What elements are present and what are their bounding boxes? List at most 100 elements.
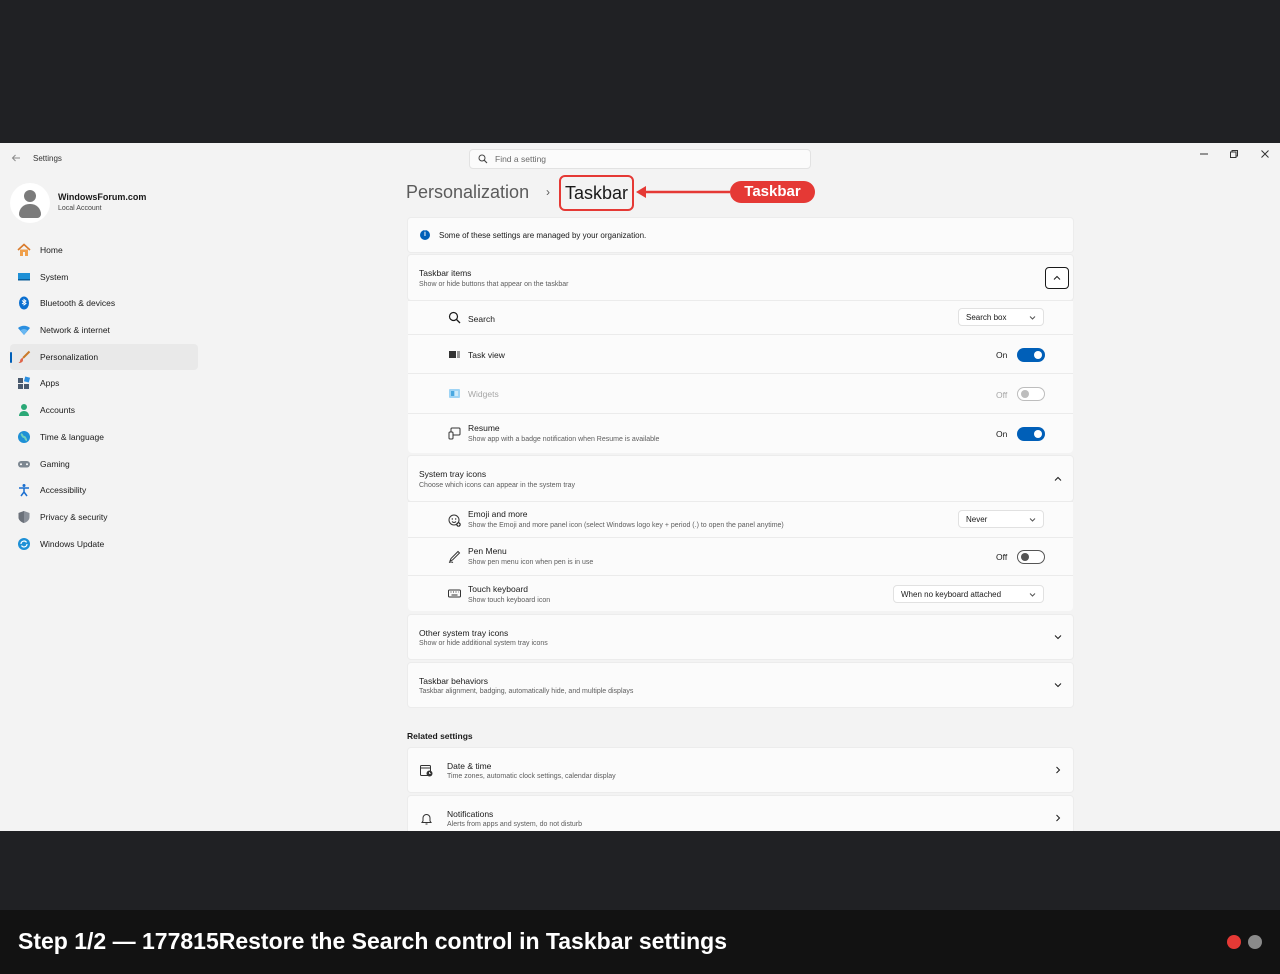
annotation-callout: Taskbar (730, 181, 815, 203)
search-icon (478, 154, 488, 164)
sidebar-item-windows-update[interactable]: Windows Update (10, 531, 198, 558)
section-title: Taskbar behaviors (419, 676, 488, 686)
collapse-button[interactable] (1045, 267, 1069, 289)
sidebar-item-network[interactable]: Network & internet (10, 317, 198, 344)
minimize-button[interactable] (1189, 146, 1219, 166)
apps-icon (18, 376, 31, 390)
minimize-icon (1200, 153, 1208, 155)
sidebar-item-gaming[interactable]: Gaming (10, 451, 198, 478)
close-button[interactable] (1250, 146, 1280, 166)
emoji-dropdown[interactable]: Never (958, 510, 1044, 528)
notifications-link[interactable]: Notifications Alerts from apps and syste… (407, 795, 1074, 831)
chevron-up-icon[interactable] (1053, 474, 1063, 484)
sidebar-item-bluetooth[interactable]: Bluetooth & devices (10, 290, 198, 317)
close-icon (1261, 150, 1269, 158)
toggle-state-label: Off (996, 552, 1008, 562)
app-title: Settings (33, 154, 62, 163)
search-box[interactable] (469, 149, 811, 169)
sidebar-item-accessibility[interactable]: Accessibility (10, 477, 198, 504)
settings-window: Settings WindowsForum.com Local Account … (0, 143, 1280, 831)
sidebar-item-label: Windows Update (40, 538, 105, 549)
toggle-state-label: Off (996, 390, 1008, 400)
dropdown-value: Search box (966, 313, 1007, 322)
widgets-row: Widgets Off (408, 373, 1073, 413)
widgets-toggle[interactable] (1017, 387, 1045, 401)
sidebar-item-home[interactable]: Home (10, 237, 198, 264)
task-view-row: Task view On (408, 334, 1073, 373)
step-caption-bar: Step 1/2 — 177815Restore the Search cont… (0, 910, 1280, 974)
dropdown-value: Never (966, 515, 988, 524)
touch-keyboard-dropdown[interactable]: When no keyboard attached (893, 585, 1044, 603)
resume-toggle[interactable] (1017, 427, 1045, 441)
sidebar-item-label: Time & language (40, 431, 104, 442)
page-title: Taskbar (559, 175, 634, 211)
search-row: Search Search box (408, 300, 1073, 334)
sidebar-nav: Home System Bluetooth & devices Network … (10, 237, 198, 557)
annotation-arrow-icon (636, 186, 730, 198)
row-subtitle: Show app with a badge notification when … (468, 436, 660, 443)
section-subtitle: Choose which icons can appear in the sys… (419, 482, 576, 489)
sidebar-item-label: Home (40, 245, 63, 255)
step-caption: Step 1/2 — 177815Restore the Search cont… (18, 928, 728, 954)
sidebar-item-accounts[interactable]: Accounts (10, 397, 198, 424)
chevron-down-icon (1054, 635, 1062, 640)
info-icon: i (420, 230, 430, 240)
sidebar-item-label: Apps (40, 378, 60, 389)
sidebar-item-apps[interactable]: Apps (10, 370, 198, 397)
section-title: System tray icons (419, 469, 487, 479)
back-button[interactable] (8, 151, 24, 167)
row-title: Widgets (468, 389, 499, 399)
section-subtitle: Show or hide buttons that appear on the … (419, 281, 569, 288)
sidebar-item-privacy[interactable]: Privacy & security (10, 504, 198, 531)
home-icon (17, 243, 31, 256)
taskbar-items-header[interactable]: Taskbar items Show or hide buttons that … (407, 254, 1074, 301)
dropdown-value: When no keyboard attached (901, 590, 1002, 599)
system-tray-header[interactable]: System tray icons Choose which icons can… (407, 455, 1074, 502)
bell-icon (421, 814, 432, 825)
shield-icon (18, 510, 30, 523)
section-subtitle: Taskbar alignment, badging, automaticall… (419, 688, 634, 695)
link-subtitle: Time zones, automatic clock settings, ca… (447, 773, 616, 780)
taskbar-behaviors-card[interactable]: Taskbar behaviors Taskbar alignment, bad… (407, 662, 1074, 708)
back-arrow-icon (11, 154, 20, 162)
keyboard-icon (448, 589, 461, 598)
title-bar: Settings (0, 143, 1280, 175)
avatar (10, 183, 50, 223)
emoji-icon (448, 514, 461, 527)
chevron-up-icon (1053, 275, 1061, 280)
sidebar-item-system[interactable]: System (10, 264, 198, 291)
pen-icon (448, 550, 461, 563)
pen-menu-row: Pen Menu Show pen menu icon when pen is … (408, 537, 1073, 575)
search-input[interactable] (495, 152, 795, 166)
sidebar-item-personalization[interactable]: Personalization (10, 343, 198, 371)
calendar-clock-icon (420, 765, 433, 777)
chevron-down-icon (1029, 518, 1036, 522)
row-subtitle: Show pen menu icon when pen is in use (468, 559, 594, 566)
sidebar-item-label: Personalization (40, 351, 99, 362)
row-title: Task view (468, 350, 505, 360)
search-mode-dropdown[interactable]: Search box (958, 308, 1044, 326)
row-title: Pen Menu (468, 546, 507, 556)
sidebar-item-label: Gaming (40, 458, 70, 469)
row-title: Touch keyboard (468, 584, 529, 594)
chevron-down-icon (1029, 593, 1036, 597)
row-subtitle: Show touch keyboard icon (468, 597, 551, 604)
task-view-toggle[interactable] (1017, 348, 1045, 362)
other-tray-icons-card[interactable]: Other system tray icons Show or hide add… (407, 614, 1074, 660)
sidebar-item-label: Privacy & security (40, 511, 108, 522)
restore-icon (1230, 150, 1238, 158)
section-subtitle: Show or hide additional system tray icon… (419, 640, 548, 647)
sidebar-item-label: System (40, 271, 69, 282)
link-title: Date & time (447, 761, 492, 771)
pen-menu-toggle[interactable] (1017, 550, 1045, 564)
toggle-state-label: On (996, 429, 1008, 439)
account-type: Local Account (58, 205, 102, 212)
date-time-link[interactable]: Date & time Time zones, automatic clock … (407, 747, 1074, 793)
sidebar-item-time-language[interactable]: Time & language (10, 424, 198, 451)
section-title: Other system tray icons (419, 628, 509, 638)
row-title: Emoji and more (468, 509, 528, 519)
chevron-right-icon: › (546, 185, 550, 199)
restore-button[interactable] (1219, 146, 1249, 166)
resume-icon (448, 427, 461, 440)
breadcrumb-parent[interactable]: Personalization (406, 182, 529, 203)
